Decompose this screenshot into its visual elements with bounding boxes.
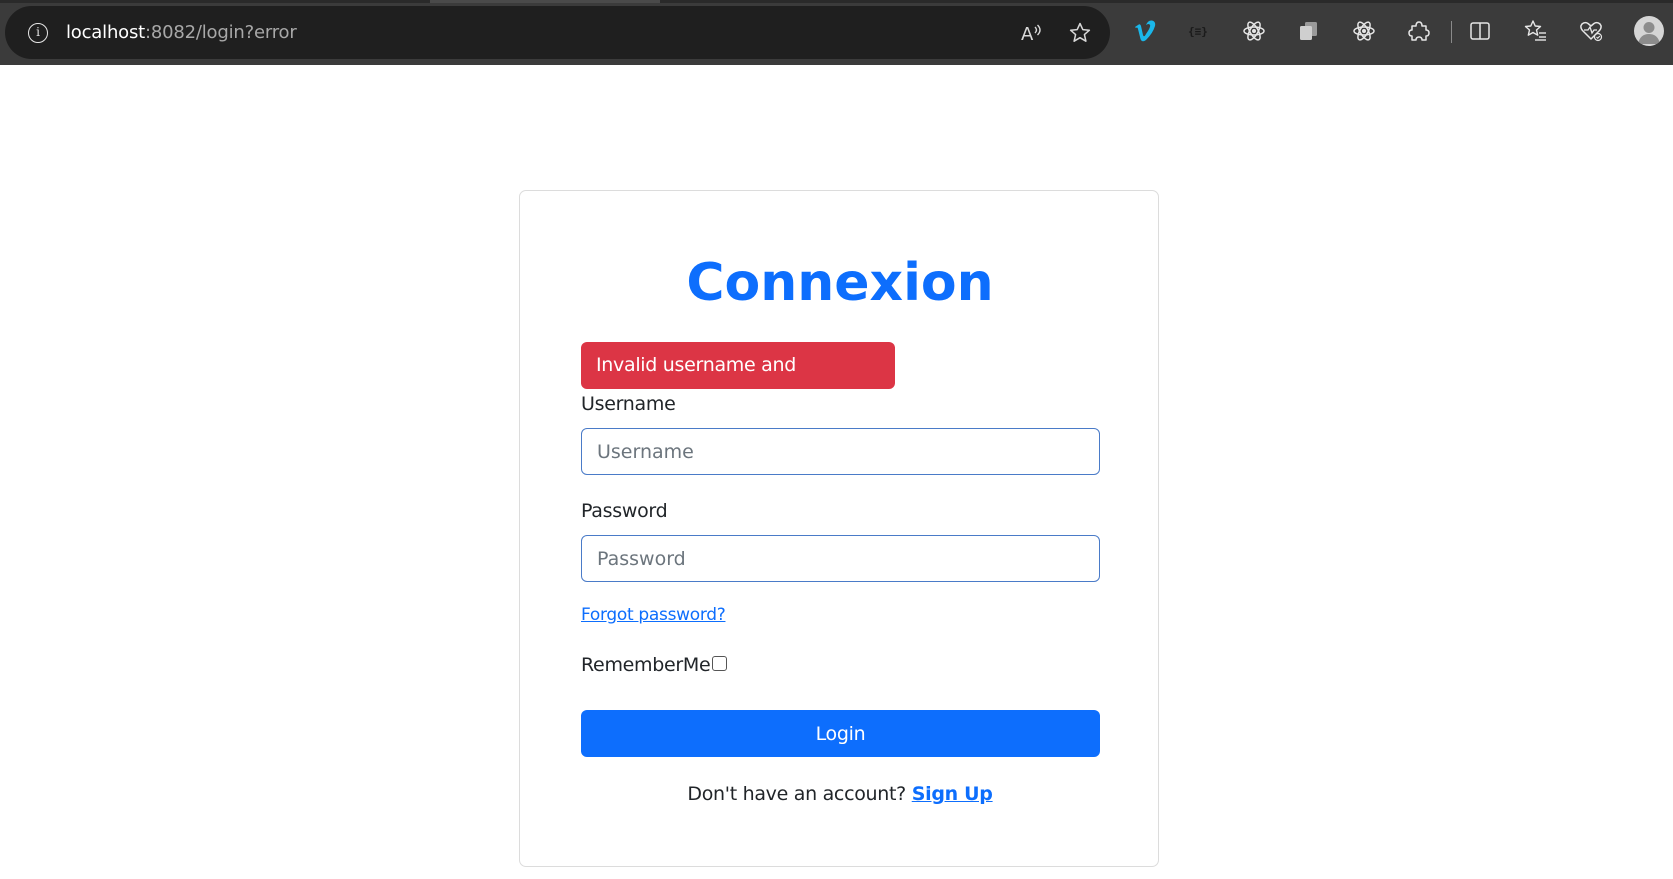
tab-strip bbox=[0, 0, 1673, 3]
favorites-icon[interactable] bbox=[1523, 18, 1549, 44]
password-label: Password bbox=[581, 500, 668, 522]
url-text[interactable]: localhost:8082/login?error bbox=[66, 22, 297, 43]
svg-text:A: A bbox=[1021, 24, 1034, 45]
info-icon[interactable]: i bbox=[28, 23, 48, 43]
login-card: Connexion Invalid username and password.… bbox=[519, 190, 1159, 867]
signup-prompt: Don't have an account? Sign Up bbox=[520, 783, 1160, 805]
signup-prompt-text: Don't have an account? bbox=[687, 783, 906, 805]
svg-text:{≡}: {≡} bbox=[1188, 25, 1208, 38]
forgot-password-link[interactable]: Forgot password? bbox=[581, 605, 726, 625]
remember-me-label: RememberMe bbox=[581, 654, 711, 676]
person-icon bbox=[1638, 22, 1660, 44]
address-bar[interactable]: i localhost:8082/login?error A bbox=[5, 6, 1110, 59]
copy-extension-icon[interactable] bbox=[1296, 18, 1322, 44]
read-aloud-icon[interactable]: A bbox=[1019, 21, 1043, 45]
vimeo-icon[interactable] bbox=[1132, 18, 1158, 44]
profile-avatar-icon[interactable] bbox=[1634, 16, 1664, 46]
error-alert: Invalid username and password. bbox=[581, 342, 895, 423]
username-input[interactable] bbox=[581, 428, 1100, 475]
browser-health-icon[interactable] bbox=[1578, 18, 1604, 44]
active-tab-indicator[interactable] bbox=[430, 0, 660, 3]
toolbar-divider bbox=[1451, 21, 1452, 43]
browser-toolbar: i localhost:8082/login?error A {≡} bbox=[0, 0, 1673, 65]
username-label: Username bbox=[581, 393, 676, 415]
signup-link[interactable]: Sign Up bbox=[912, 783, 993, 805]
login-button[interactable]: Login bbox=[581, 710, 1100, 757]
page-title: Connexion bbox=[686, 253, 994, 313]
react-devtools-icon[interactable] bbox=[1241, 18, 1267, 44]
extensions-puzzle-icon[interactable] bbox=[1406, 18, 1432, 44]
split-screen-icon[interactable] bbox=[1467, 18, 1493, 44]
favorite-star-icon[interactable] bbox=[1068, 21, 1092, 45]
remember-me-checkbox[interactable] bbox=[712, 656, 727, 671]
json-extension-icon[interactable]: {≡} bbox=[1187, 18, 1213, 44]
react-icon[interactable] bbox=[1351, 18, 1377, 44]
password-input[interactable] bbox=[581, 535, 1100, 582]
